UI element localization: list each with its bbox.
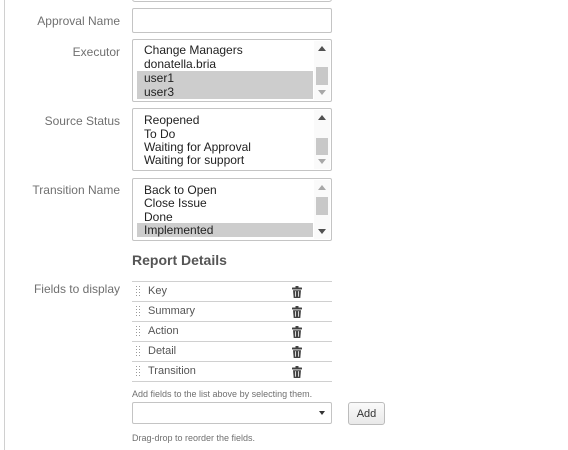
field-name: Transition	[148, 365, 196, 377]
fields-to-display-label: Fields to display	[33, 282, 120, 296]
approval-name-label: Approval Name	[37, 14, 120, 28]
chevron-down-icon[interactable]	[318, 229, 326, 234]
report-details-heading: Report Details	[132, 252, 227, 268]
source-status-option[interactable]: Waiting for Approval	[137, 140, 313, 154]
drag-handle-icon[interactable]	[136, 366, 142, 378]
trash-icon[interactable]	[292, 286, 302, 298]
approval-form: Approval Name Executor Change Managers d…	[0, 0, 568, 450]
trash-icon[interactable]	[292, 366, 302, 378]
chevron-up-icon[interactable]	[318, 185, 326, 190]
fields-table: Key Summary Action Detail Transition	[132, 281, 332, 382]
field-name: Key	[148, 285, 167, 297]
chevron-down-icon[interactable]	[318, 90, 326, 95]
scroll-thumb[interactable]	[316, 197, 328, 215]
trash-icon[interactable]	[292, 346, 302, 358]
executor-listbox[interactable]: Change Managers donatella.bria user1 use…	[132, 39, 332, 102]
transition-name-label: Transition Name	[32, 183, 120, 197]
approval-name-input[interactable]	[132, 8, 332, 33]
content-border	[4, 0, 5, 450]
drag-handle-icon[interactable]	[136, 286, 142, 298]
field-row[interactable]: Summary	[132, 302, 332, 322]
source-status-listbox[interactable]: Reopened To Do Waiting for Approval Wait…	[132, 108, 332, 171]
previous-field-edge	[132, 0, 332, 2]
executor-label: Executor	[72, 45, 120, 59]
source-status-label: Source Status	[44, 114, 120, 128]
executor-option-selected[interactable]: user3	[137, 85, 313, 99]
field-row[interactable]: Key	[132, 282, 332, 302]
field-row[interactable]: Detail	[132, 342, 332, 362]
source-status-option[interactable]: Reopened	[137, 113, 313, 127]
trash-icon[interactable]	[292, 326, 302, 338]
add-fields-hint: Add fields to the list above by selectin…	[132, 389, 313, 399]
field-name: Action	[148, 325, 179, 337]
executor-option-selected[interactable]: user1	[137, 71, 313, 85]
drag-handle-icon[interactable]	[136, 306, 142, 318]
trash-icon[interactable]	[292, 306, 302, 318]
transition-name-option-selected[interactable]: Implemented	[137, 223, 313, 237]
transition-name-option[interactable]: Done	[137, 210, 313, 224]
scroll-thumb[interactable]	[316, 138, 328, 155]
transition-name-option[interactable]: Back to Open	[137, 183, 313, 197]
chevron-up-icon[interactable]	[318, 115, 326, 120]
source-status-scrollbar[interactable]	[314, 110, 330, 169]
executor-option[interactable]: Change Managers	[137, 43, 313, 57]
field-select[interactable]	[132, 402, 332, 424]
executor-scrollbar[interactable]	[314, 41, 330, 100]
chevron-down-icon[interactable]	[318, 159, 326, 164]
transition-name-listbox[interactable]: Back to Open Close Issue Done Implemente…	[132, 178, 332, 241]
chevron-up-icon[interactable]	[318, 46, 326, 51]
transition-name-option[interactable]: Close Issue	[137, 196, 313, 210]
drag-handle-icon[interactable]	[136, 346, 142, 358]
chevron-down-icon[interactable]	[319, 411, 325, 415]
field-name: Summary	[148, 305, 196, 317]
transition-name-scrollbar[interactable]	[314, 180, 330, 239]
source-status-option[interactable]: Waiting for support	[137, 153, 313, 167]
reorder-hint: Drag-drop to reorder the fields.	[132, 433, 256, 443]
executor-option[interactable]: donatella.bria	[137, 57, 313, 71]
field-row[interactable]: Transition	[132, 362, 332, 382]
scroll-thumb[interactable]	[316, 67, 328, 85]
field-name: Detail	[148, 345, 177, 357]
source-status-option[interactable]: To Do	[137, 127, 313, 141]
drag-handle-icon[interactable]	[136, 326, 142, 338]
transition-name-option-partial	[137, 236, 313, 240]
add-button[interactable]: Add	[348, 402, 385, 425]
field-row[interactable]: Action	[132, 322, 332, 342]
